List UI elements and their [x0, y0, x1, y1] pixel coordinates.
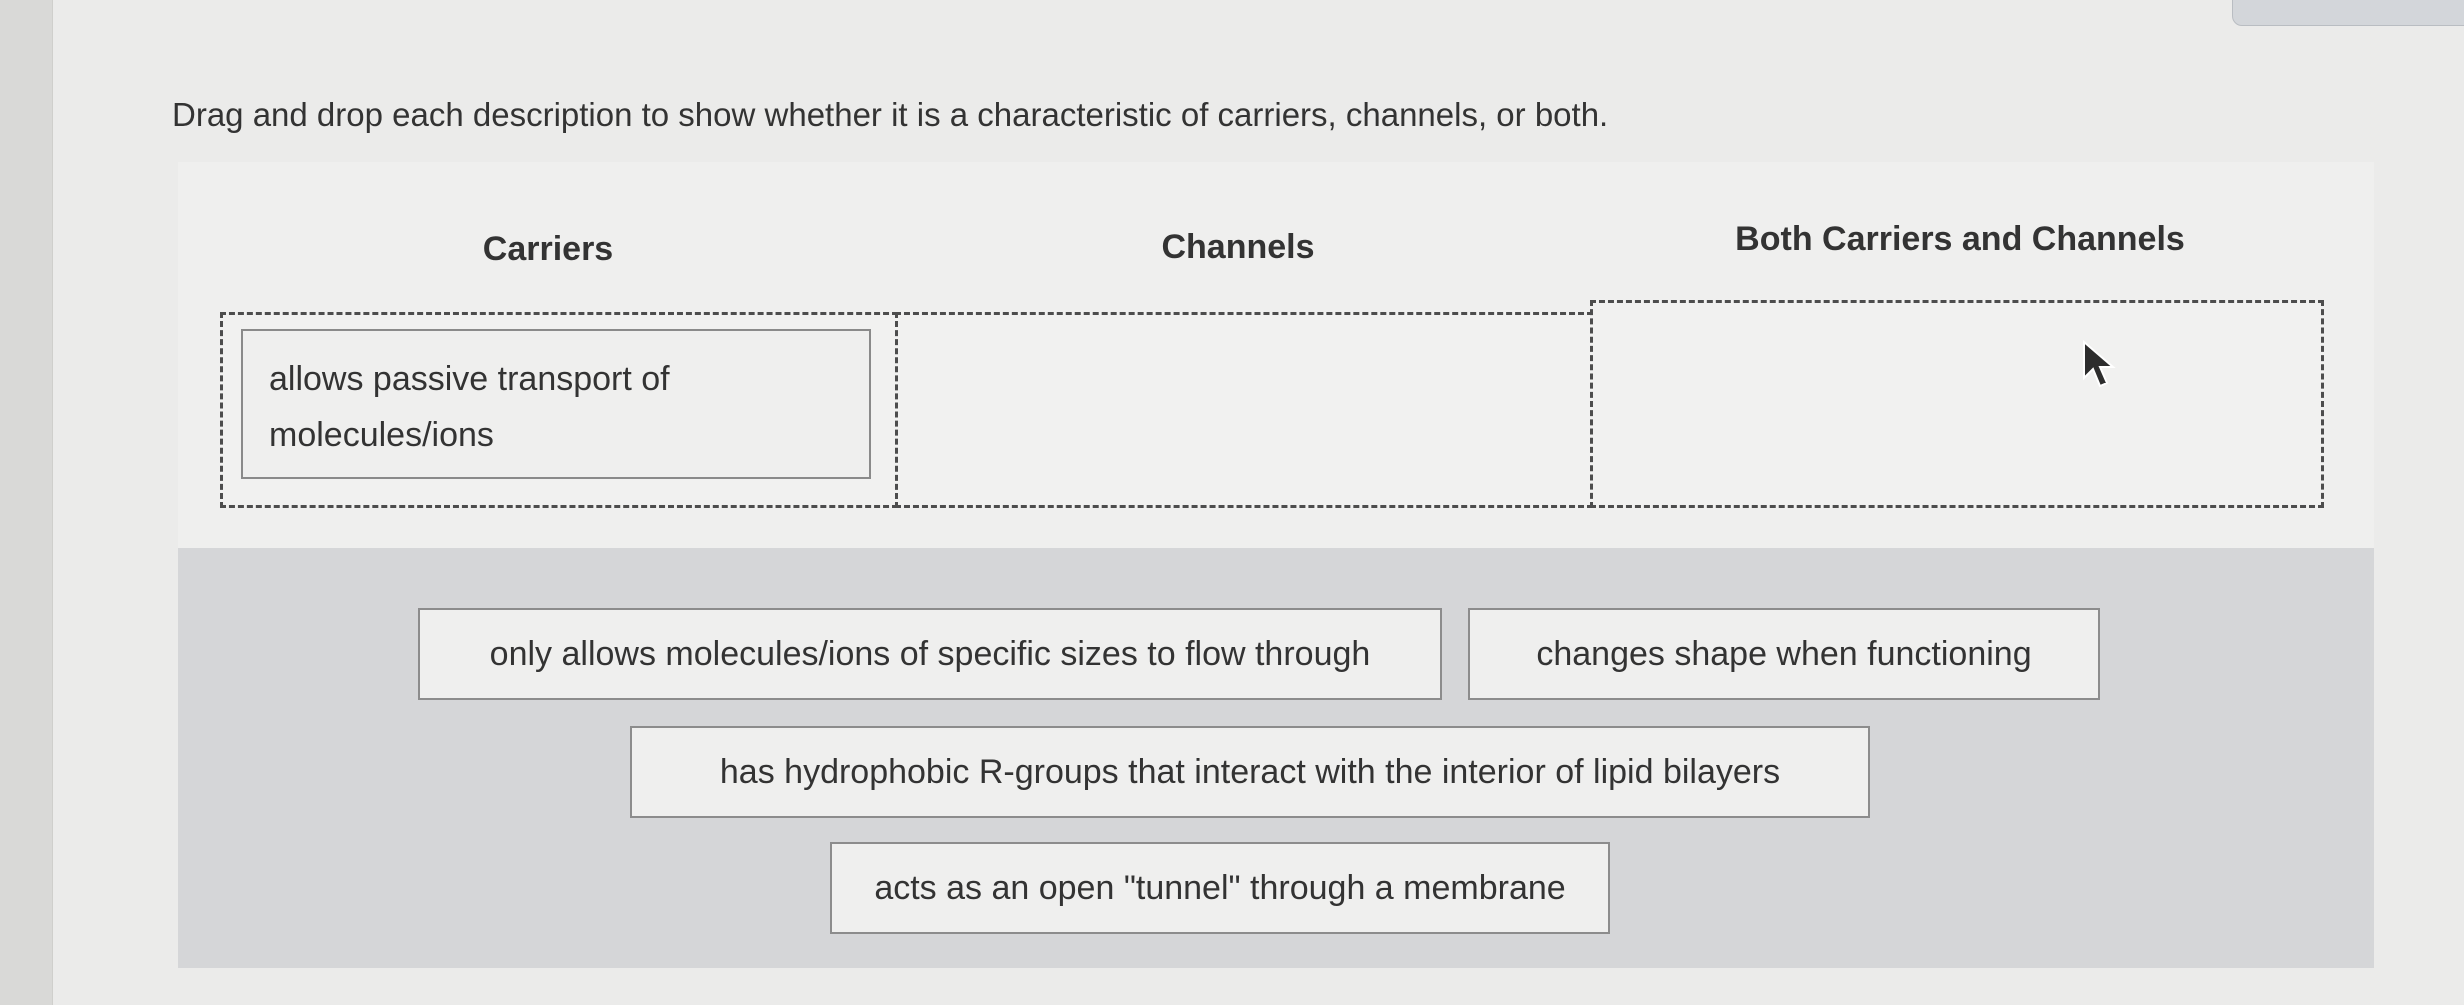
answer-chip-specific-sizes[interactable]: only allows molecules/ions of specific s…	[418, 608, 1442, 700]
placed-card-line-1: allows passive transport of	[269, 360, 670, 398]
drop-zone-carriers[interactable]: allows passive transport of molecules/io…	[220, 312, 898, 508]
left-margin	[0, 0, 53, 1005]
mouse-pointer-icon	[2080, 339, 2120, 390]
drop-zone-channels[interactable]	[895, 312, 1593, 508]
instructions-text: Drag and drop each description to show w…	[172, 96, 1609, 133]
answer-bank: only allows molecules/ions of specific s…	[178, 548, 2374, 968]
column-header-channels: Channels	[1161, 228, 1315, 266]
top-right-button[interactable]	[2232, 0, 2464, 26]
drop-zone-both[interactable]	[1590, 300, 2324, 508]
answer-chip-changes-shape[interactable]: changes shape when functioning	[1468, 608, 2100, 700]
answer-chip-open-tunnel[interactable]: acts as an open "tunnel" through a membr…	[830, 842, 1610, 934]
column-header-both: Both Carriers and Channels	[1735, 220, 2185, 258]
answer-chip-hydrophobic-r-groups[interactable]: has hydrophobic R-groups that interact w…	[630, 726, 1870, 818]
column-header-carriers: Carriers	[482, 230, 614, 268]
placed-card-line-2: molecules/ions	[269, 416, 494, 454]
placed-card-passive-transport[interactable]: allows passive transport of molecules/io…	[241, 329, 871, 479]
